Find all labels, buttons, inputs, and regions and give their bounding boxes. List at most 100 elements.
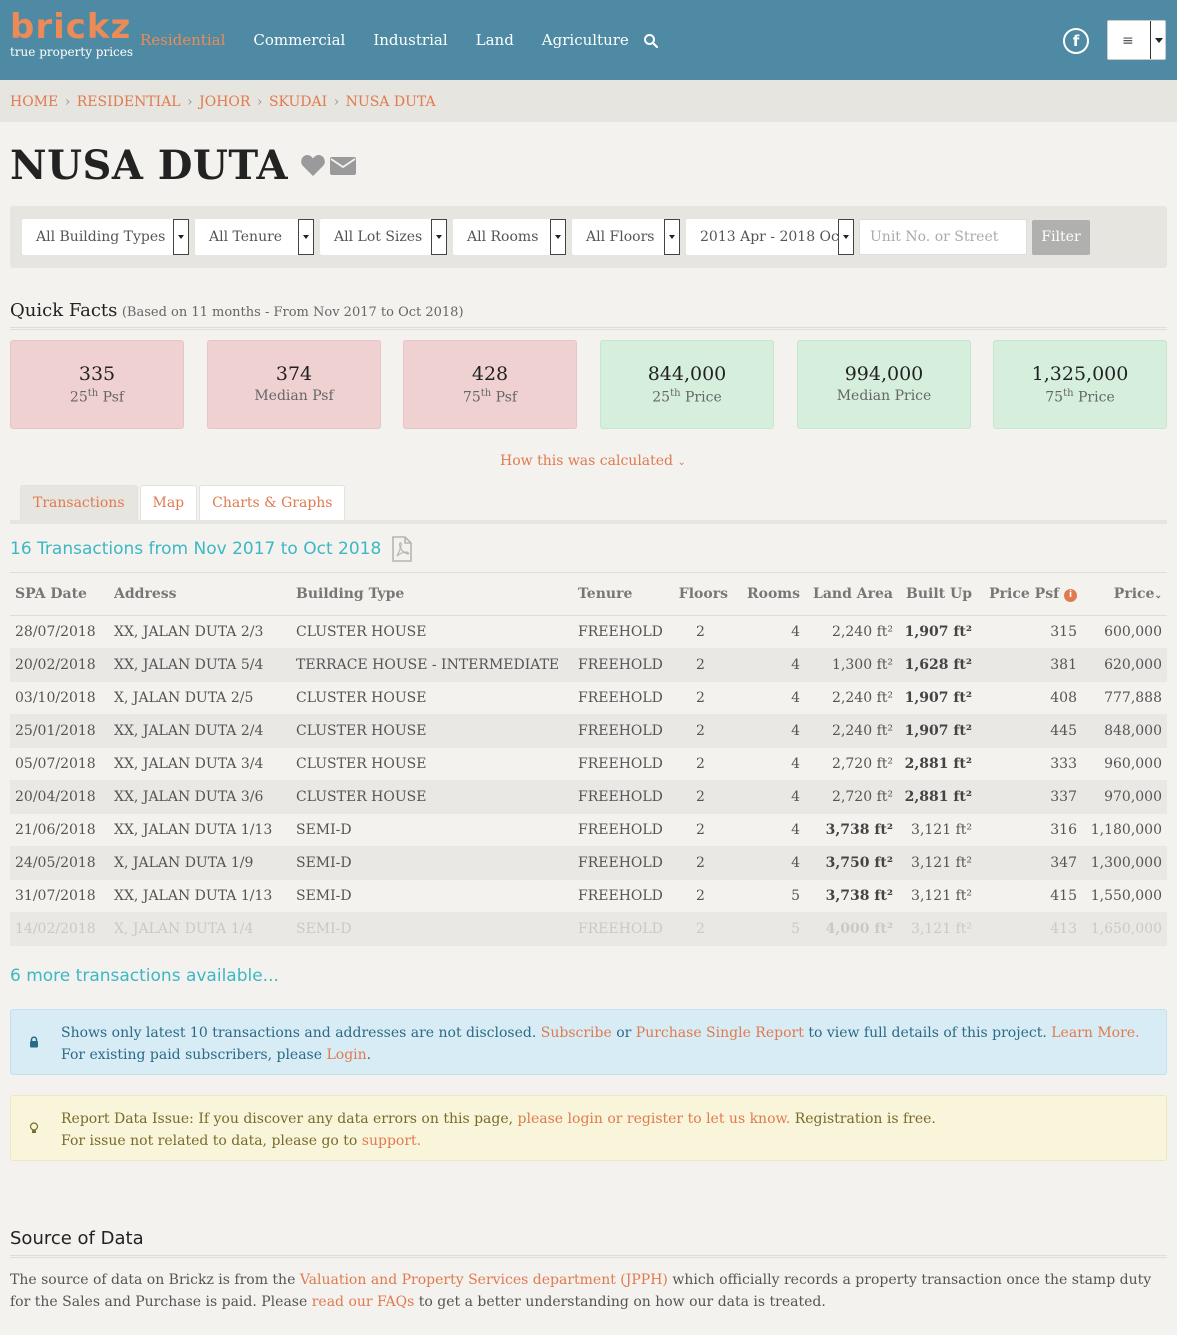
cell-price-psf: 347: [977, 846, 1082, 880]
table-row: 25/01/2018 XX, JALAN DUTA 2/4 CLUSTER HOUS…: [10, 714, 1167, 748]
fact-value: 428: [471, 363, 509, 385]
jpph-link[interactable]: Valuation and Property Services departme…: [300, 1272, 668, 1288]
report-issue-alert: Report Data Issue: If you discover any d…: [10, 1095, 1167, 1161]
purchase-report-link[interactable]: Purchase Single Report: [636, 1025, 804, 1041]
fact-value: 374: [275, 363, 313, 385]
lot-size-select[interactable]: All Lot Sizes: [320, 219, 447, 255]
lot-size-value: All Lot Sizes: [334, 229, 423, 245]
tab-map[interactable]: Map: [139, 485, 198, 521]
more-transactions-link[interactable]: 6 more transactions available...: [10, 966, 279, 986]
col-floors[interactable]: Floors: [668, 572, 733, 616]
cell-spa-date: 20/02/2018: [10, 648, 109, 682]
col-land-area[interactable]: Land Area: [805, 572, 898, 616]
breadcrumb-residential[interactable]: RESIDENTIAL: [77, 94, 181, 110]
cell-rooms: 4: [733, 846, 805, 880]
col-built-up[interactable]: Built Up: [898, 572, 977, 616]
filter-button[interactable]: Filter: [1032, 220, 1090, 255]
menu-dropdown[interactable]: ≡: [1107, 20, 1166, 60]
cell-tenure: FREEHOLD: [573, 615, 668, 649]
col-price-psf[interactable]: Price Psf i: [977, 572, 1082, 616]
nav-residential[interactable]: Residential: [140, 31, 225, 49]
cell-address: XX, JALAN DUTA 2/3: [109, 615, 291, 649]
col-rooms[interactable]: Rooms: [733, 572, 805, 616]
cell-building-type: CLUSTER HOUSE: [291, 681, 573, 715]
cell-building-type: SEMI-D: [291, 813, 573, 847]
cell-building-type: SEMI-D: [291, 879, 573, 913]
breadcrumb-skudai[interactable]: SKUDAI: [269, 94, 327, 110]
cell-price-psf: 333: [977, 747, 1082, 781]
tab-transactions[interactable]: Transactions: [20, 485, 138, 521]
col-tenure[interactable]: Tenure: [573, 572, 668, 616]
fact-value: 994,000: [844, 363, 924, 385]
nav-land[interactable]: Land: [476, 31, 514, 49]
cell-built-up: 1,628 ft²: [898, 648, 977, 682]
breadcrumb-home[interactable]: HOME: [10, 94, 58, 110]
building-type-select[interactable]: All Building Types: [22, 219, 189, 255]
cell-floors: 2: [668, 813, 733, 847]
cell-rooms: 4: [733, 747, 805, 781]
learn-more-link[interactable]: Learn More.: [1051, 1025, 1139, 1041]
filter-bar: All Building Types All Tenure All Lot Si…: [10, 206, 1167, 268]
building-type-value: All Building Types: [36, 229, 166, 245]
fact-label: 25th Price: [652, 388, 722, 406]
search-icon[interactable]: [643, 33, 659, 49]
tab-charts-graphs[interactable]: Charts & Graphs: [199, 485, 346, 521]
brand-name: brickz: [10, 7, 132, 47]
cell-price: 1,180,000: [1082, 813, 1167, 847]
cell-floors: 2: [668, 714, 733, 748]
heart-icon[interactable]: [300, 154, 326, 178]
nav-agriculture[interactable]: Agriculture: [542, 31, 629, 49]
cell-building-type: SEMI-D: [291, 912, 573, 946]
cell-address: XX, JALAN DUTA 3/6: [109, 780, 291, 814]
cell-land-area: 2,240 ft²: [805, 681, 898, 715]
cell-price: 1,300,000: [1082, 846, 1167, 880]
unit-street-input[interactable]: [859, 219, 1027, 255]
faq-link[interactable]: read our FAQs: [312, 1294, 415, 1310]
fact-value: 844,000: [647, 363, 727, 385]
breadcrumb-nusa-duta[interactable]: NUSA DUTA: [346, 94, 436, 110]
subscribe-alert-line1: Shows only latest 10 transactions and ad…: [61, 1025, 1140, 1041]
mail-icon[interactable]: [329, 156, 356, 176]
how-calculated-link[interactable]: How this was calculated ⌄: [500, 453, 686, 469]
cell-rooms: 5: [733, 879, 805, 913]
facebook-icon[interactable]: f: [1063, 28, 1089, 54]
col-price[interactable]: Price⌄: [1082, 572, 1167, 616]
col-building-type[interactable]: Building Type: [291, 572, 573, 616]
nav-industrial[interactable]: Industrial: [373, 31, 447, 49]
transactions-body: 28/07/2018 XX, JALAN DUTA 2/3 CLUSTER HOUS…: [10, 615, 1167, 946]
login-link[interactable]: Login: [326, 1047, 366, 1063]
subscribe-link[interactable]: Subscribe: [541, 1025, 612, 1041]
breadcrumb-johor[interactable]: JOHOR: [199, 94, 250, 110]
cell-rooms: 4: [733, 648, 805, 682]
floors-value: All Floors: [586, 229, 655, 245]
info-icon[interactable]: i: [1064, 589, 1077, 602]
cell-floors: 2: [668, 846, 733, 880]
cell-spa-date: 20/04/2018: [10, 780, 109, 814]
col-spa-date[interactable]: SPA Date: [10, 572, 109, 616]
col-address[interactable]: Address: [109, 572, 291, 616]
rooms-select[interactable]: All Rooms: [453, 219, 566, 255]
cell-price-psf: 381: [977, 648, 1082, 682]
floors-select[interactable]: All Floors: [572, 219, 680, 255]
tenure-select[interactable]: All Tenure: [195, 219, 314, 255]
date-range-select[interactable]: 2013 Apr - 2018 Oct: [686, 219, 854, 255]
brand-logo[interactable]: brickz true property prices: [10, 10, 133, 59]
table-header-row: SPA Date Address Building Type Tenure Fl…: [10, 572, 1167, 616]
login-register-link[interactable]: please login or register to let us know.: [518, 1111, 791, 1127]
cell-spa-date: 05/07/2018: [10, 747, 109, 781]
nav-commercial[interactable]: Commercial: [253, 31, 345, 49]
site-header: brickz true property prices Residential …: [0, 0, 1177, 80]
cell-building-type: SEMI-D: [291, 846, 573, 880]
cell-spa-date: 03/10/2018: [10, 681, 109, 715]
quick-facts-title: Quick Facts: [10, 300, 118, 321]
cell-price: 1,650,000: [1082, 912, 1167, 946]
cell-land-area: 2,240 ft²: [805, 714, 898, 748]
report-alert-line1: Report Data Issue: If you discover any d…: [61, 1111, 936, 1127]
cell-price: 1,550,000: [1082, 879, 1167, 913]
lock-icon: [30, 1036, 38, 1048]
cell-price-psf: 316: [977, 813, 1082, 847]
support-link[interactable]: support.: [362, 1133, 421, 1149]
pdf-icon[interactable]: [391, 536, 413, 562]
fact-card-median-price: 994,000 Median Price: [797, 340, 971, 429]
subscribe-alert: Shows only latest 10 transactions and ad…: [10, 1009, 1167, 1075]
